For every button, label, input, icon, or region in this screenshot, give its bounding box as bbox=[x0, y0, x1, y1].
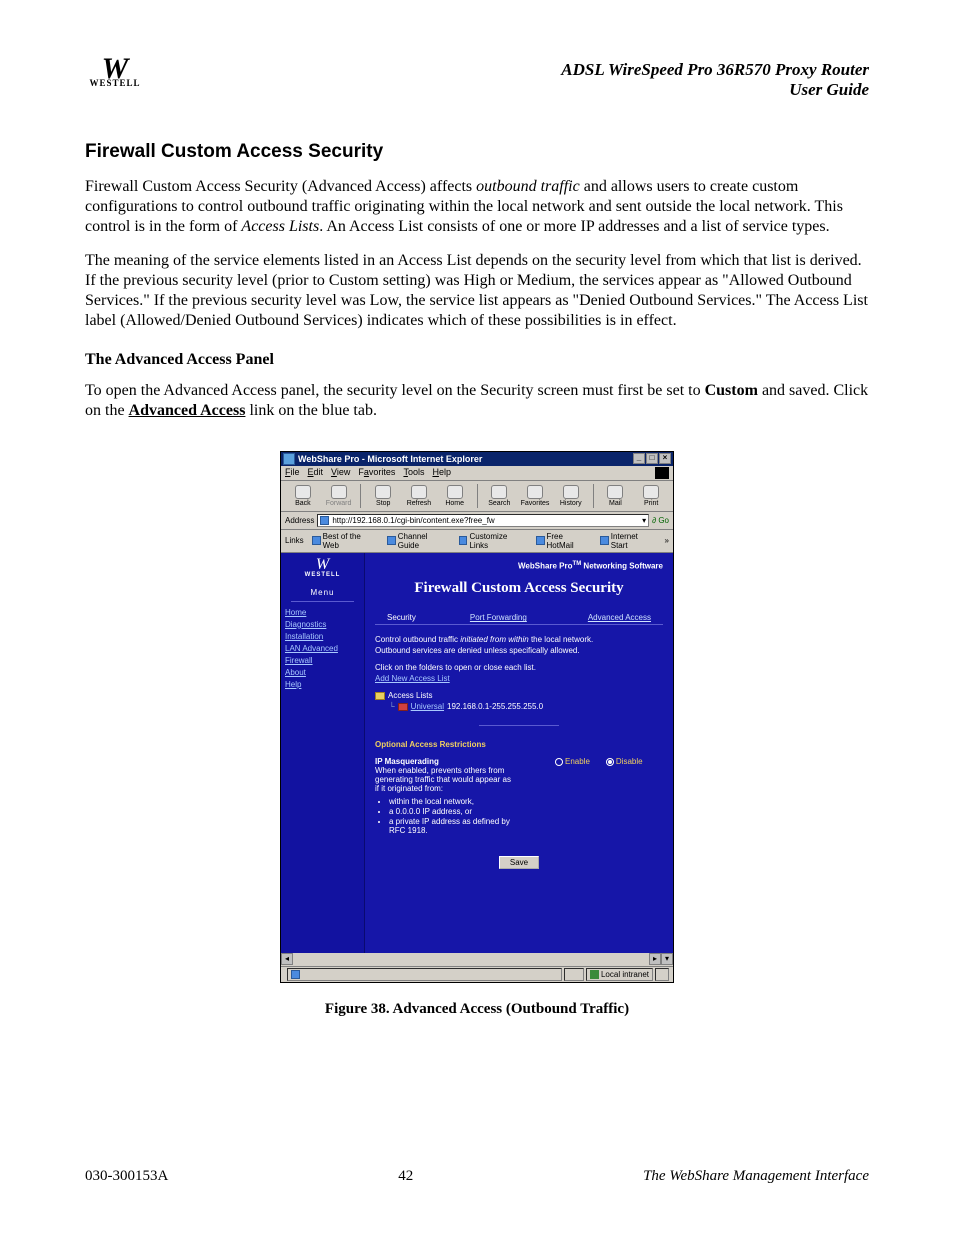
sidebar-logo: W WESTELL bbox=[285, 559, 360, 578]
sidebar-item-home[interactable]: Home bbox=[285, 608, 360, 617]
window-title: WebShare Pro - Microsoft Internet Explor… bbox=[298, 454, 482, 464]
sidebar-item-lan-advanced[interactable]: LAN Advanced bbox=[285, 644, 360, 653]
minimize-button[interactable]: _ bbox=[633, 453, 645, 464]
sidebar-item-help[interactable]: Help bbox=[285, 680, 360, 689]
address-bar: Address http://192.168.0.1/cgi-bin/conte… bbox=[281, 512, 673, 530]
add-access-list-link[interactable]: Add New Access List bbox=[375, 674, 450, 683]
ie-icon bbox=[283, 453, 295, 465]
screenshot-figure: WebShare Pro - Microsoft Internet Explor… bbox=[280, 451, 674, 1018]
search-button[interactable]: Search bbox=[483, 485, 515, 507]
scroll-left-button[interactable]: ◂ bbox=[281, 953, 293, 965]
menu-file: File bbox=[285, 467, 300, 479]
status-message bbox=[287, 968, 562, 981]
westell-logo: W WESTELL bbox=[85, 60, 145, 88]
refresh-button[interactable]: Refresh bbox=[403, 485, 435, 507]
menu-view: View bbox=[331, 467, 350, 479]
links-bar: Links Best of the Web Channel Guide Cust… bbox=[281, 530, 673, 553]
folder-icon bbox=[375, 692, 385, 700]
scroll-down-button[interactable]: ▾ bbox=[661, 953, 673, 965]
go-button[interactable]: ∂ Go bbox=[652, 516, 669, 525]
menu-help: Help bbox=[432, 467, 451, 479]
ipm-bullet-0: within the local network, bbox=[389, 797, 515, 806]
intro-paragraph-3: To open the Advanced Access panel, the s… bbox=[85, 381, 869, 421]
sidebar-item-diagnostics[interactable]: Diagnostics bbox=[285, 620, 360, 629]
menu-bar[interactable]: File Edit View Favorites Tools Help bbox=[281, 466, 673, 481]
links-label: Links bbox=[285, 536, 304, 545]
footer-title: The WebShare Management Interface bbox=[643, 1168, 869, 1185]
page-footer: 030-300153A 42 The WebShare Management I… bbox=[85, 1148, 869, 1185]
more-links-icon[interactable]: » bbox=[665, 536, 669, 545]
history-button[interactable]: History bbox=[555, 485, 587, 507]
section-heading: Firewall Custom Access Security bbox=[85, 141, 869, 163]
divider bbox=[479, 725, 559, 726]
intro-paragraph-2: The meaning of the service elements list… bbox=[85, 251, 869, 331]
sidebar-menu-label: Menu bbox=[285, 588, 360, 597]
page-number: 42 bbox=[398, 1168, 413, 1185]
resize-grip[interactable] bbox=[655, 968, 669, 981]
desc-line-1: Control outbound traffic initiated from … bbox=[375, 635, 663, 644]
ipm-bullet-1: a 0.0.0.0 IP address, or bbox=[389, 807, 515, 816]
close-button[interactable]: × bbox=[659, 453, 671, 464]
ms-logo-icon bbox=[655, 467, 669, 479]
scroll-right-button[interactable]: ▸ bbox=[649, 953, 661, 965]
forward-button[interactable]: Forward bbox=[323, 485, 355, 507]
mail-button[interactable]: Mail bbox=[600, 485, 632, 507]
status-cell bbox=[564, 968, 584, 981]
menu-favorites: Favorites bbox=[358, 467, 395, 479]
desc-line-3: Click on the folders to open or close ea… bbox=[375, 663, 663, 672]
sidebar: W WESTELL Menu Home Diagnostics Installa… bbox=[281, 553, 365, 953]
sidebar-item-installation[interactable]: Installation bbox=[285, 632, 360, 641]
folder-icon bbox=[398, 703, 408, 711]
favorites-button[interactable]: Favorites bbox=[519, 485, 551, 507]
tab-advanced-access[interactable]: Advanced Access bbox=[576, 611, 663, 624]
maximize-button[interactable]: □ bbox=[646, 453, 658, 464]
tree-item-universal[interactable]: └ Universal 192.168.0.1-255.255.255.0 bbox=[375, 702, 663, 711]
sidebar-item-about[interactable]: About bbox=[285, 668, 360, 677]
address-label: Address bbox=[285, 516, 314, 525]
home-button[interactable]: Home bbox=[439, 485, 471, 507]
back-button[interactable]: Back bbox=[287, 485, 319, 507]
tree-root[interactable]: Access Lists bbox=[375, 691, 663, 700]
security-zone: Local intranet bbox=[586, 968, 653, 981]
ipm-bullet-2: a private IP address as defined by RFC 1… bbox=[389, 817, 515, 835]
doc-number: 030-300153A bbox=[85, 1168, 168, 1185]
menu-tools: Tools bbox=[403, 467, 424, 479]
quicklink-2[interactable]: Customize Links bbox=[459, 532, 528, 550]
desc-line-2: Outbound services are denied unless spec… bbox=[375, 646, 663, 655]
product-title: ADSL WireSpeed Pro 36R570 Proxy Router U… bbox=[561, 60, 869, 101]
radio-enable[interactable]: Enable bbox=[555, 757, 590, 836]
sidebar-item-firewall[interactable]: Firewall bbox=[285, 656, 360, 665]
window-titlebar: WebShare Pro - Microsoft Internet Explor… bbox=[281, 452, 673, 466]
software-title: WebShare ProTM Networking Software bbox=[375, 561, 663, 571]
access-list-tree: Access Lists └ Universal 192.168.0.1-255… bbox=[375, 691, 663, 711]
tab-bar: Security Port Forwarding Advanced Access bbox=[375, 611, 663, 625]
quicklink-1[interactable]: Channel Guide bbox=[387, 532, 451, 550]
quicklink-0[interactable]: Best of the Web bbox=[312, 532, 379, 550]
print-button[interactable]: Print bbox=[635, 485, 667, 507]
stop-button[interactable]: Stop bbox=[367, 485, 399, 507]
status-bar: Local intranet bbox=[281, 966, 673, 982]
tab-security[interactable]: Security bbox=[375, 611, 428, 624]
save-button[interactable]: Save bbox=[499, 856, 539, 869]
quicklink-4[interactable]: Internet Start bbox=[600, 532, 657, 550]
radio-disable[interactable]: Disable bbox=[606, 757, 643, 836]
intro-paragraph-1: Firewall Custom Access Security (Advance… bbox=[85, 177, 869, 237]
horizontal-scrollbar[interactable]: ◂ ▸ ▾ bbox=[281, 953, 673, 966]
ipm-radio-group: Enable Disable bbox=[555, 757, 643, 836]
optional-restrictions-heading: Optional Access Restrictions bbox=[375, 740, 663, 749]
tab-port-forwarding[interactable]: Port Forwarding bbox=[458, 611, 539, 624]
toolbar: Back Forward Stop Refresh Home Search Fa… bbox=[281, 481, 673, 512]
browser-window: WebShare Pro - Microsoft Internet Explor… bbox=[280, 451, 674, 983]
figure-caption: Figure 38. Advanced Access (Outbound Tra… bbox=[280, 1001, 674, 1018]
page-icon bbox=[320, 516, 329, 525]
panel-heading: Firewall Custom Access Security bbox=[375, 580, 663, 597]
page-content: ▴ W WESTELL Menu Home Diagnostics Instal… bbox=[281, 553, 673, 953]
ip-masquerading-block: IP Masquerading When enabled, prevents o… bbox=[375, 757, 515, 836]
page-header: W WESTELL ADSL WireSpeed Pro 36R570 Prox… bbox=[85, 60, 869, 101]
menu-edit: Edit bbox=[308, 467, 324, 479]
main-panel: WebShare ProTM Networking Software Firew… bbox=[365, 553, 673, 953]
quicklink-3[interactable]: Free HotMail bbox=[536, 532, 592, 550]
subsection-heading: The Advanced Access Panel bbox=[85, 351, 869, 369]
address-input[interactable]: http://192.168.0.1/cgi-bin/content.exe?f… bbox=[317, 514, 649, 527]
